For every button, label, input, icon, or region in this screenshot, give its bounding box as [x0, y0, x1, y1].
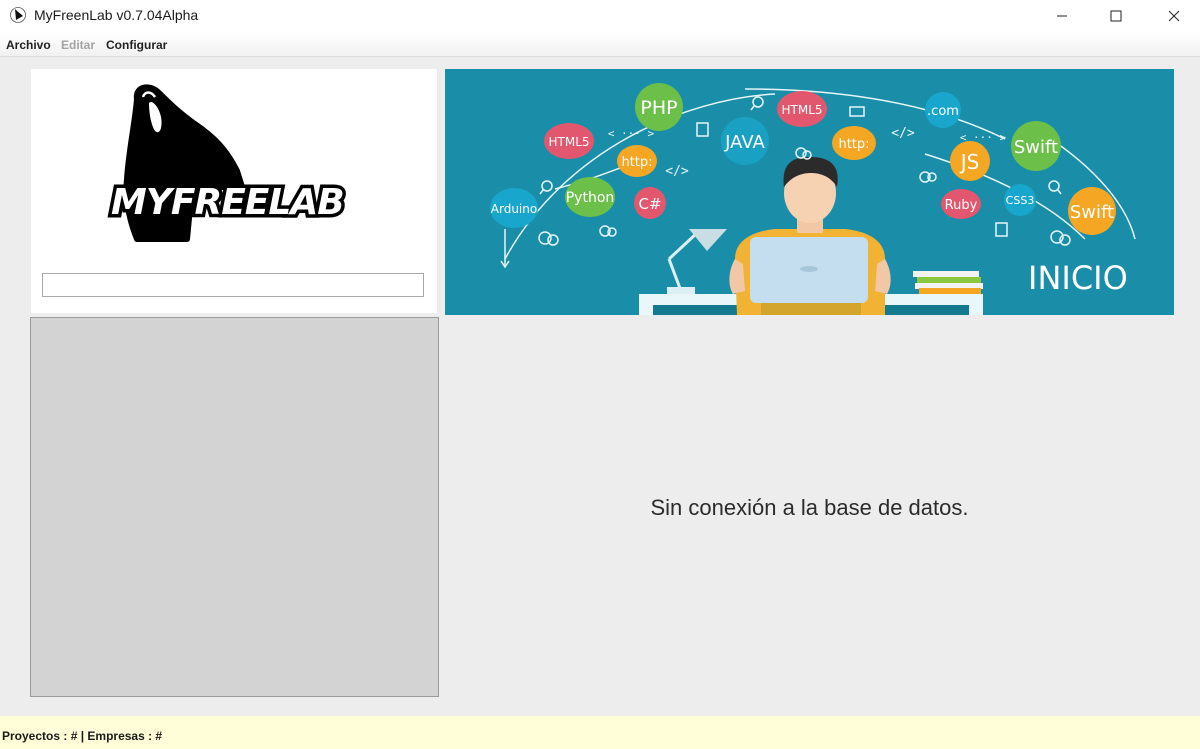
- tag-arduino: Arduino: [491, 202, 537, 216]
- tag-swift-top: Swift: [1014, 137, 1058, 158]
- tag-java: JAVA: [724, 132, 765, 153]
- tag-swift-right: Swift: [1070, 202, 1114, 223]
- maximize-icon: [1110, 10, 1122, 22]
- tag-css3: CSS3: [1006, 194, 1035, 207]
- banner-title: INICIO: [1028, 259, 1128, 297]
- minimize-button[interactable]: [1039, 0, 1085, 32]
- search-input[interactable]: [42, 273, 424, 297]
- project-list[interactable]: [30, 317, 439, 697]
- title-bar: MyFreenLab v0.7.04Alpha: [0, 0, 1200, 32]
- window-title: MyFreenLab v0.7.04Alpha: [34, 7, 199, 23]
- connection-status: Sin conexión a la base de datos.: [650, 495, 969, 520]
- tag-html5-top: HTML5: [781, 103, 822, 117]
- inicio-banner: PHP HTML5 JAVA http: .com Swift HTML5 ht…: [445, 69, 1174, 315]
- code-symbol-ellipsis-a: < ··· >: [608, 127, 655, 140]
- tag-js: JS: [959, 150, 980, 174]
- tag-http-left: http:: [621, 155, 652, 170]
- tag-php: PHP: [640, 97, 677, 119]
- code-symbol-ellipsis-b: < ··· >: [960, 131, 1007, 144]
- myfreelab-logo: MYFREELAB: [108, 84, 348, 242]
- app-window: MyFreenLab v0.7.04Alpha Archivo Editar C…: [0, 0, 1200, 749]
- tag-csharp: C#: [638, 195, 661, 213]
- code-symbol-slash-a: </>: [665, 164, 689, 179]
- status-bar-text: Proyectos : # | Empresas : #: [2, 729, 163, 743]
- close-icon: [1168, 10, 1180, 22]
- status-bar: Proyectos : # | Empresas : #: [0, 716, 1200, 749]
- close-button[interactable]: [1151, 0, 1197, 32]
- tag-ruby: Ruby: [945, 198, 978, 213]
- tag-python: Python: [566, 190, 615, 206]
- tag-html5-left: HTML5: [548, 135, 589, 149]
- menu-editar[interactable]: Editar: [61, 38, 95, 52]
- tag-com: .com: [927, 104, 959, 119]
- app-icon: [10, 7, 26, 23]
- menu-bar: Archivo Editar Configurar: [0, 32, 1200, 57]
- menu-archivo[interactable]: Archivo: [6, 38, 51, 52]
- minimize-icon: [1057, 15, 1067, 17]
- tag-http-mid: http:: [838, 137, 869, 152]
- logo-panel: MYFREELAB: [31, 69, 437, 313]
- menu-configurar[interactable]: Configurar: [106, 38, 167, 52]
- logo-text: MYFREELAB: [111, 182, 344, 223]
- code-symbol-slash-b: </>: [891, 126, 915, 141]
- maximize-button[interactable]: [1093, 0, 1139, 32]
